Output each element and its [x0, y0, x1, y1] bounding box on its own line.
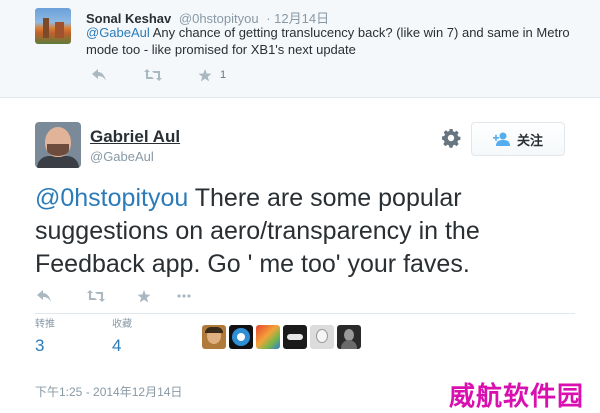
tweet-actions — [37, 287, 191, 305]
author-name[interactable]: Gabriel Aul — [90, 127, 180, 147]
retweet-icon[interactable] — [144, 69, 198, 81]
reply-body: Any chance of getting translucency back?… — [86, 25, 570, 57]
gear-icon[interactable] — [441, 128, 461, 148]
favoriter-avatar[interactable] — [256, 325, 280, 349]
reply-avatar[interactable] — [35, 8, 71, 44]
favorites-stat[interactable]: 收藏 4 — [112, 318, 189, 358]
reply-icon[interactable] — [92, 69, 144, 81]
favoriter-avatar[interactable] — [337, 325, 361, 349]
favorite-count: 1 — [220, 69, 227, 81]
favoriter-avatar[interactable] — [310, 325, 334, 349]
add-user-icon — [492, 132, 510, 146]
favoriter-avatar[interactable] — [229, 325, 253, 349]
reply-tweet[interactable]: Sonal Keshav @0hstopityou · 12月14日 @Gabe… — [0, 0, 600, 98]
favorites-label: 收藏 — [112, 319, 132, 330]
favoriter-avatars — [202, 325, 361, 349]
follow-label: 关注 — [516, 132, 543, 148]
retweets-stat[interactable]: 转推 3 — [35, 318, 112, 358]
author-handle[interactable]: @GabeAul — [90, 149, 154, 164]
watermark-text: 威航软件园 — [449, 382, 585, 412]
star-icon[interactable] — [137, 289, 177, 303]
author-avatar[interactable] — [35, 122, 81, 168]
tweet-stats: 转推 3 收藏 4 — [35, 318, 189, 358]
favorites-count: 4 — [112, 336, 122, 355]
reply-mention-link[interactable]: @GabeAul — [86, 25, 150, 40]
tweet-mention-link[interactable]: @0hstopityou — [35, 184, 188, 212]
tweet-text: @0hstopityou There are some popular sugg… — [35, 182, 575, 281]
follow-button[interactable]: 关注 — [471, 122, 565, 156]
favoriter-avatar[interactable] — [202, 325, 226, 349]
favoriter-avatar[interactable] — [283, 325, 307, 349]
reply-actions: 1 — [92, 66, 226, 84]
reply-text: @GabeAul Any chance of getting transluce… — [86, 24, 576, 58]
reply-icon[interactable] — [37, 290, 87, 302]
retweets-label: 转推 — [35, 319, 55, 330]
retweets-count: 3 — [35, 336, 45, 355]
star-icon[interactable] — [198, 68, 212, 82]
tweet-timestamp[interactable]: 下午1:25 - 2014年12月14日 — [35, 383, 182, 400]
retweet-icon[interactable] — [87, 290, 137, 302]
divider — [35, 313, 575, 314]
more-icon[interactable] — [177, 294, 191, 298]
